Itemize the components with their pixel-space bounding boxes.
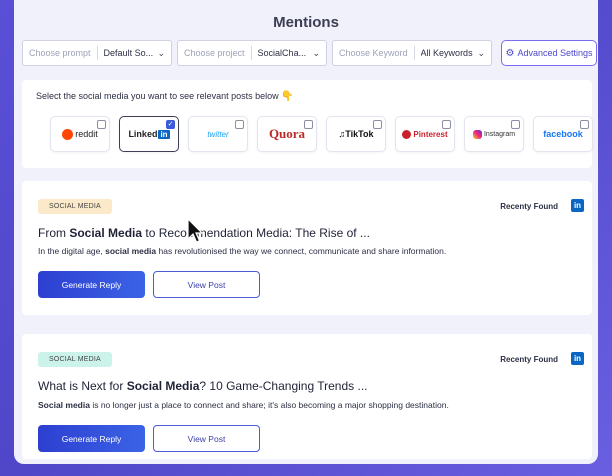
platform-checkbox[interactable]: [235, 120, 244, 129]
chevron-down-icon: ⌄: [477, 47, 485, 58]
platform-checkbox[interactable]: [511, 120, 520, 129]
keyword-select-placeholder: Choose Keyword: [339, 48, 408, 58]
divider: [413, 46, 415, 60]
platform-checkbox[interactable]: ✓: [166, 120, 175, 129]
platform-tile-reddit[interactable]: reddit: [50, 116, 110, 152]
recently-found-label: Recenty Found: [500, 202, 558, 211]
prompt-select-value: Default So...: [103, 48, 154, 58]
post-description: In the digital age, social media has rev…: [38, 246, 447, 256]
project-select-value: SocialCha...: [257, 48, 307, 58]
pointing-hand-icon: 👇: [281, 91, 294, 102]
post-tag: SOCIAL MEDIA: [38, 199, 112, 214]
platform-checkbox[interactable]: [304, 120, 313, 129]
chevron-down-icon: ⌄: [312, 47, 320, 58]
prompt-select[interactable]: Choose prompt Default So... ⌄: [22, 40, 172, 66]
reddit-logo: reddit: [62, 128, 98, 140]
prompt-select-placeholder: Choose prompt: [29, 48, 91, 58]
advanced-settings-label: Advanced Settings: [517, 48, 593, 58]
page-title: Mentions: [273, 14, 339, 31]
view-post-button[interactable]: View Post: [153, 271, 260, 298]
pinterest-icon: [402, 129, 412, 139]
divider: [250, 46, 252, 60]
social-selector-prompt-text: Select the social media you want to see …: [36, 91, 279, 101]
facebook-logo: facebook: [543, 129, 583, 139]
platform-tile-tiktok[interactable]: ♫TikTok: [326, 116, 386, 152]
generate-reply-button[interactable]: Generate Reply: [38, 271, 145, 298]
twitter-logo: twitter: [207, 129, 229, 139]
linkedin-icon: in: [158, 129, 170, 139]
advanced-settings-button[interactable]: ⚙ Advanced Settings: [501, 40, 597, 66]
platform-tile-linkedin[interactable]: Linked in ✓: [119, 116, 179, 152]
filter-bar: Choose prompt Default So... ⌄ Choose pro…: [22, 40, 597, 66]
gear-icon: ⚙: [505, 47, 515, 59]
mouse-cursor-icon: [187, 218, 203, 243]
post-card: SOCIAL MEDIA Recenty Found in From Socia…: [22, 181, 592, 315]
social-selector-prompt: Select the social media you want to see …: [36, 91, 294, 102]
platform-checkbox[interactable]: [97, 120, 106, 129]
tiktok-logo: ♫TikTok: [338, 129, 374, 139]
platform-checkbox[interactable]: [442, 120, 451, 129]
quora-logo: Quora: [268, 126, 306, 141]
platform-tile-twitter[interactable]: twitter: [188, 116, 248, 152]
project-select-placeholder: Choose project: [184, 48, 245, 58]
post-title[interactable]: From Social Media to Recommendation Medi…: [38, 226, 370, 240]
platform-tile-quora[interactable]: Quora: [257, 116, 317, 152]
platform-tile-pinterest[interactable]: Pinterest: [395, 116, 455, 152]
instagram-icon: [472, 129, 482, 139]
chevron-down-icon: ⌄: [157, 47, 165, 58]
platform-checkbox[interactable]: [580, 120, 589, 129]
project-select[interactable]: Choose project SocialCha... ⌄: [177, 40, 327, 66]
view-post-button[interactable]: View Post: [153, 425, 260, 452]
generate-reply-button[interactable]: Generate Reply: [38, 425, 145, 452]
linkedin-logo: Linked in: [128, 129, 170, 139]
platform-tile-instagram[interactable]: Instagram: [464, 116, 524, 152]
keyword-select-value: All Keywords: [420, 48, 473, 58]
platform-checkbox[interactable]: [373, 120, 382, 129]
reddit-icon: [62, 128, 74, 140]
mentions-panel: Mentions Choose prompt Default So... ⌄ C…: [14, 0, 598, 464]
platform-tile-facebook[interactable]: facebook: [533, 116, 593, 152]
linkedin-icon: in: [571, 199, 584, 212]
keyword-select[interactable]: Choose Keyword All Keywords ⌄: [332, 40, 492, 66]
instagram-logo: Instagram: [472, 129, 515, 139]
post-title[interactable]: What is Next for Social Media? 10 Game-C…: [38, 379, 367, 393]
divider: [96, 46, 98, 60]
pinterest-logo: Pinterest: [402, 129, 448, 139]
post-description: Social media is no longer just a place t…: [38, 400, 449, 410]
recently-found-label: Recenty Found: [500, 355, 558, 364]
linkedin-icon: in: [571, 352, 584, 365]
post-tag: SOCIAL MEDIA: [38, 352, 112, 367]
social-media-selector: Select the social media you want to see …: [22, 80, 593, 168]
post-card: SOCIAL MEDIA Recenty Found in What is Ne…: [22, 334, 592, 459]
